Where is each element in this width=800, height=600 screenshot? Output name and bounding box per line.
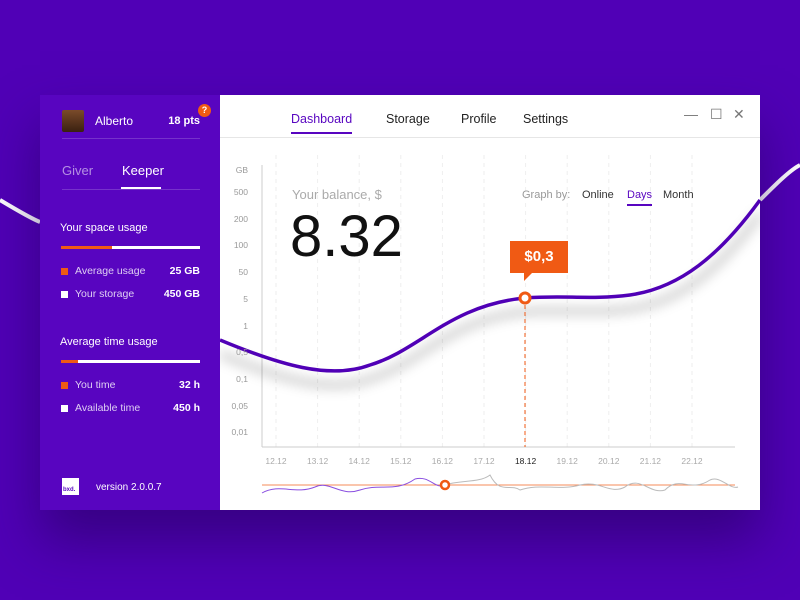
x-tick-label: 20.12 [598, 456, 620, 466]
legend-label: You time [75, 379, 116, 391]
y-tick-label: 500 [233, 187, 248, 197]
graph-by-label: Graph by: [522, 189, 571, 201]
x-tick-label: 17.12 [473, 456, 495, 466]
legend-average-usage: Average usage 25 GB [61, 265, 200, 277]
legend-you-time: You time 32 h [61, 379, 200, 391]
points: 18 pts [168, 115, 200, 127]
space-usage-title: Your space usage [60, 222, 148, 234]
y-tick-label: 1 [243, 320, 248, 331]
divider [62, 138, 200, 139]
x-tick-label: 16.12 [431, 456, 454, 466]
app-window: Alberto 18 pts ? Giver Keeper Your space… [40, 95, 760, 510]
legend-value: 450 GB [163, 288, 200, 300]
x-tick-label: 15.12 [390, 456, 412, 466]
sidebar: Alberto 18 pts ? Giver Keeper Your space… [40, 95, 220, 510]
time-usage-title: Average time usage [60, 336, 158, 348]
tab-keeper[interactable]: Keeper [122, 163, 164, 178]
balance-chart [220, 155, 760, 494]
y-tick-label: 200 [233, 213, 248, 224]
time-usage-bar [61, 360, 200, 363]
range-line-selected [261, 477, 446, 494]
white-square-icon [61, 404, 68, 412]
x-tick-label: 18.12 [514, 456, 537, 466]
range-line [444, 474, 739, 492]
space-usage-bar [61, 246, 200, 249]
x-tick-label: 21.12 [639, 456, 662, 466]
x-tick-label: 19.12 [556, 456, 578, 466]
y-tick-label: 100 [233, 240, 248, 251]
main-panel: Dashboard Storage Profile Settings — ☐ ✕… [220, 95, 760, 510]
y-tick-label: 0,1 [236, 373, 248, 384]
orange-square-icon [61, 381, 68, 389]
legend-label: Your storage [75, 288, 135, 300]
tab-giver[interactable]: Giver [62, 163, 93, 178]
y-unit-label: GB [235, 165, 248, 175]
white-square-icon [61, 290, 68, 298]
range-handle[interactable] [439, 479, 451, 491]
legend-value: 25 GB [169, 265, 200, 277]
legend-your-storage: Your storage 450 GB [61, 288, 200, 300]
logo: bxd. [62, 478, 79, 495]
y-tick-label: 5 [243, 293, 248, 304]
help-icon[interactable]: ? [198, 104, 211, 117]
graph-option-days[interactable]: Days [627, 189, 653, 206]
x-tick-label: 22.12 [681, 456, 703, 466]
x-tick-label: 13.12 [306, 456, 329, 466]
y-tick-label: 50 [238, 267, 248, 278]
x-tick-label: 14.12 [348, 456, 370, 466]
balance-label: Your balance, $ [292, 187, 382, 202]
y-tick-label: 0,5 [236, 347, 248, 358]
selected-point[interactable] [518, 291, 532, 305]
graph-option-month[interactable]: Month [663, 189, 694, 201]
version: version 2.0.0.7 [96, 482, 162, 493]
orange-square-icon [61, 267, 68, 275]
user-profile[interactable]: Alberto 18 pts [62, 108, 200, 134]
balance-value: 8.32 [290, 204, 403, 269]
legend-value: 32 h [178, 379, 200, 391]
avatar [62, 110, 84, 132]
legend-label: Average usage [75, 265, 146, 277]
graph-option-online[interactable]: Online [582, 189, 614, 201]
value-tooltip: $0,3 [510, 241, 568, 281]
legend-available-time: Available time 450 h [61, 402, 200, 414]
y-tick-label: 0,05 [231, 400, 248, 411]
user-name: Alberto [95, 114, 134, 128]
legend-value: 450 h [173, 402, 200, 414]
x-tick-label: 12.12 [265, 456, 287, 466]
divider [62, 189, 200, 190]
y-tick-label: 0,01 [231, 427, 248, 438]
legend-label: Available time [75, 402, 141, 414]
